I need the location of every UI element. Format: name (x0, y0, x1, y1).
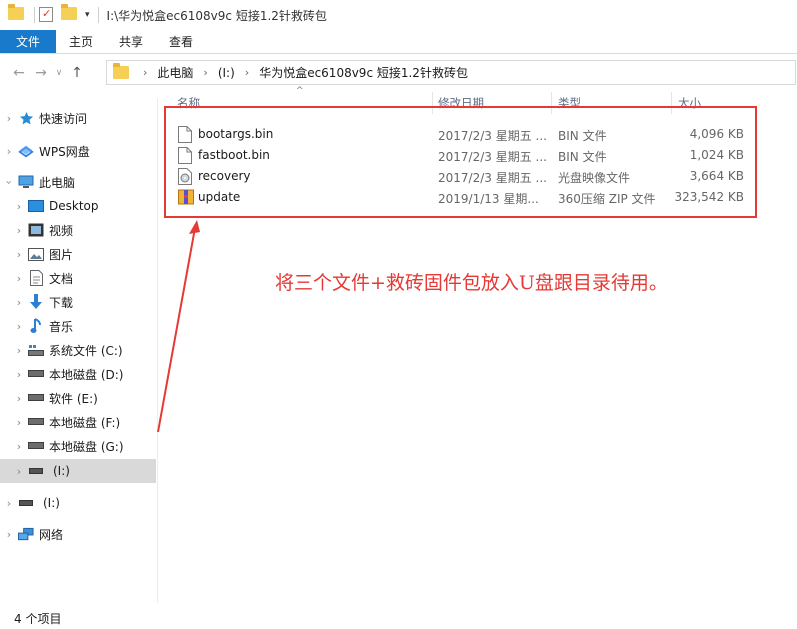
chevron-right-icon[interactable]: › (10, 224, 28, 237)
chevron-right-icon[interactable]: › (0, 528, 18, 541)
ribbon-tabs: 文件 主页 共享 查看 (0, 30, 797, 54)
chevron-right-icon[interactable]: › (10, 344, 28, 357)
sidebar-item-drive-i-root[interactable]: › (I:) (0, 491, 156, 515)
usb-drive-icon (18, 495, 34, 511)
window-title: I:\华为悦盒ec6108v9c 短接1.2针救砖包 (106, 8, 327, 23)
forward-button[interactable]: → (30, 65, 52, 81)
new-folder-icon[interactable] (61, 4, 77, 23)
drive-icon (28, 438, 44, 454)
chevron-right-icon[interactable]: › (10, 320, 28, 333)
chevron-right-icon[interactable]: › (10, 465, 28, 478)
sidebar-item-music[interactable]: › 音乐 (0, 314, 156, 338)
navigation-bar: ← → ∨ ↑ › 此电脑 › (I:) › 华为悦盒ec6108v9c 短接1… (0, 55, 797, 90)
sidebar-item-videos[interactable]: › 视频 (0, 218, 156, 242)
chevron-right-icon[interactable]: › (10, 272, 28, 285)
folder-icon[interactable] (8, 4, 24, 23)
sidebar-item-drive-c[interactable]: › 系统文件 (C:) (0, 338, 156, 362)
sidebar-item-drive-i[interactable]: › (I:) (0, 459, 156, 483)
music-icon (28, 318, 44, 334)
star-icon (18, 110, 34, 126)
document-icon (28, 270, 44, 286)
sidebar-item-drive-d[interactable]: › 本地磁盘 (D:) (0, 362, 156, 386)
customize-toolbar-dropdown[interactable]: ▾ (85, 10, 90, 20)
sidebar-item-desktop[interactable]: › Desktop (0, 194, 156, 218)
chevron-down-icon[interactable]: › (3, 173, 16, 191)
properties-icon[interactable] (39, 7, 55, 23)
breadcrumb-this-pc[interactable]: 此电脑 (157, 64, 193, 81)
chevron-right-icon[interactable]: › (0, 497, 18, 510)
tab-file[interactable]: 文件 (0, 30, 56, 53)
sidebar-item-this-pc[interactable]: › 此电脑 (0, 170, 156, 194)
computer-icon (18, 174, 34, 190)
chevron-right-icon[interactable]: › (10, 416, 28, 429)
folder-icon (113, 63, 129, 79)
sidebar-item-wps-cloud[interactable]: › WPS网盘 (0, 139, 156, 163)
sidebar-item-pictures[interactable]: › 图片 (0, 242, 156, 266)
up-button[interactable]: ↑ (66, 65, 88, 81)
download-icon (28, 294, 44, 310)
network-icon (18, 526, 34, 542)
chevron-right-icon[interactable]: › (10, 296, 28, 309)
breadcrumb-drive-i[interactable]: (I:) (218, 66, 235, 80)
chevron-right-icon[interactable]: › (0, 112, 18, 125)
video-icon (28, 222, 44, 238)
chevron-right-icon[interactable]: › (10, 440, 28, 453)
breadcrumb-separator: › (203, 66, 208, 79)
drive-icon (28, 390, 44, 406)
breadcrumb-current-folder[interactable]: 华为悦盒ec6108v9c 短接1.2针救砖包 (259, 64, 468, 81)
breadcrumb-separator: › (143, 66, 148, 79)
drive-icon (28, 366, 44, 382)
system-drive-icon (28, 342, 44, 358)
cloud-icon (18, 143, 34, 159)
recent-locations-button[interactable]: ∨ (52, 68, 66, 78)
navigation-pane: › 快速访问 › WPS网盘 › 此电脑 › Desktop › 视频 › 图片… (0, 98, 158, 603)
sidebar-item-drive-e[interactable]: › 软件 (E:) (0, 386, 156, 410)
divider (34, 7, 35, 23)
sidebar-item-drive-f[interactable]: › 本地磁盘 (F:) (0, 410, 156, 434)
sidebar-item-downloads[interactable]: › 下载 (0, 290, 156, 314)
sidebar-item-network[interactable]: › 网络 (0, 522, 156, 546)
breadcrumb-separator: › (244, 66, 250, 79)
chevron-right-icon[interactable]: › (0, 145, 18, 158)
chevron-right-icon[interactable]: › (10, 200, 28, 213)
tab-share[interactable]: 共享 (106, 30, 156, 53)
picture-icon (28, 246, 44, 262)
highlight-box (164, 106, 757, 218)
desktop-icon (28, 198, 44, 214)
address-bar[interactable]: › 此电脑 › (I:) › 华为悦盒ec6108v9c 短接1.2针救砖包 (106, 60, 796, 85)
chevron-right-icon[interactable]: › (10, 392, 28, 405)
title-bar: ▾ I:\华为悦盒ec6108v9c 短接1.2针救砖包 (0, 0, 797, 30)
usb-drive-icon (28, 463, 44, 479)
divider (97, 7, 99, 23)
annotation-text: 将三个文件+救砖固件包放入U盘跟目录待用。 (275, 272, 668, 294)
drive-icon (28, 414, 44, 430)
sidebar-item-documents[interactable]: › 文档 (0, 266, 156, 290)
chevron-right-icon[interactable]: › (10, 368, 28, 381)
tab-home[interactable]: 主页 (56, 30, 106, 53)
back-button[interactable]: ← (8, 65, 30, 81)
status-item-count: 4 个项目 (14, 612, 62, 626)
sidebar-item-quick-access[interactable]: › 快速访问 (0, 106, 156, 130)
sidebar-item-drive-g[interactable]: › 本地磁盘 (G:) (0, 434, 156, 458)
tab-view[interactable]: 查看 (156, 30, 206, 53)
chevron-right-icon[interactable]: › (10, 248, 28, 261)
